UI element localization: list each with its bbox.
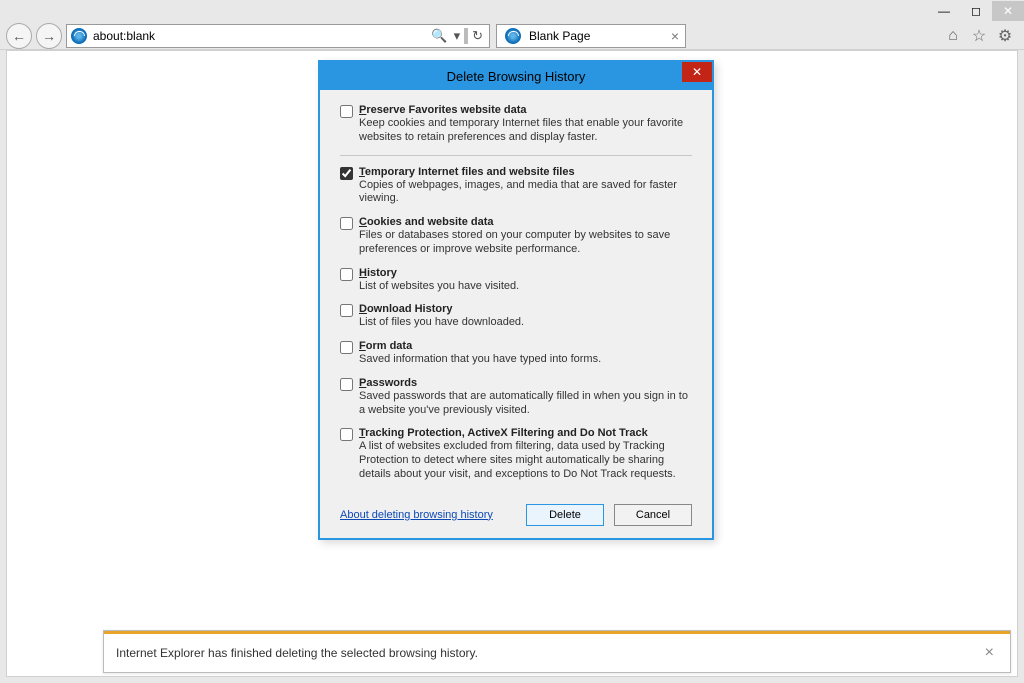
address-dropdown-icon[interactable]: ▾: [452, 28, 463, 44]
tab-close-icon[interactable]: ×: [669, 28, 681, 44]
window-close-button[interactable]: ✕: [992, 1, 1024, 21]
option-form-data: Form data Saved information that you hav…: [340, 340, 692, 367]
dialog-titlebar: Delete Browsing History ✕: [320, 62, 712, 90]
ie-icon: [505, 28, 521, 44]
toolbar-icons: ⌂ ☆ ⚙: [944, 27, 1018, 45]
option-title: Tracking Protection, ActiveX Filtering a…: [359, 427, 692, 439]
checkbox-temp-files[interactable]: [340, 167, 353, 180]
option-temp-files: Temporary Internet files and website fil…: [340, 166, 692, 207]
cancel-button[interactable]: Cancel: [614, 504, 692, 526]
tab-label: Blank Page: [525, 29, 669, 43]
notification-message: Internet Explorer has finished deleting …: [116, 646, 981, 660]
option-desc: A list of websites excluded from filteri…: [359, 440, 692, 481]
option-title: Preserve Favorites website data: [359, 104, 692, 116]
option-title: Cookies and website data: [359, 216, 692, 228]
checkbox-passwords[interactable]: [340, 378, 353, 391]
delete-browsing-history-dialog: Delete Browsing History ✕ Preserve Favor…: [318, 60, 714, 540]
home-icon[interactable]: ⌂: [944, 27, 962, 45]
address-controls: 🔍 ▾ ↻: [429, 28, 489, 44]
window-titlebar: — ◻ ✕: [0, 0, 1024, 22]
refresh-icon[interactable]: ↻: [470, 28, 485, 44]
option-desc: List of websites you have visited.: [359, 280, 692, 294]
option-preserve-favorites: Preserve Favorites website data Keep coo…: [340, 104, 692, 145]
checkbox-history[interactable]: [340, 268, 353, 281]
checkbox-download-history[interactable]: [340, 304, 353, 317]
separator: [464, 28, 468, 44]
browser-tab[interactable]: Blank Page ×: [496, 24, 686, 48]
option-history: History List of websites you have visite…: [340, 267, 692, 294]
gear-icon[interactable]: ⚙: [996, 27, 1014, 45]
option-tracking-protection: Tracking Protection, ActiveX Filtering a…: [340, 427, 692, 481]
checkbox-cookies[interactable]: [340, 217, 353, 230]
dialog-body: Preserve Favorites website data Keep coo…: [320, 90, 712, 538]
divider: [340, 155, 692, 156]
option-title: Form data: [359, 340, 692, 352]
address-bar[interactable]: 🔍 ▾ ↻: [66, 24, 490, 48]
ie-icon: [71, 28, 87, 44]
option-passwords: Passwords Saved passwords that are autom…: [340, 377, 692, 418]
browser-toolbar: ← → 🔍 ▾ ↻ Blank Page × ⌂ ☆ ⚙: [0, 22, 1024, 50]
search-icon[interactable]: 🔍: [429, 28, 449, 44]
option-desc: Saved passwords that are automatically f…: [359, 390, 692, 418]
option-title: History: [359, 267, 692, 279]
option-title: Temporary Internet files and website fil…: [359, 166, 692, 178]
checkbox-preserve-favorites[interactable]: [340, 105, 353, 118]
option-desc: Saved information that you have typed in…: [359, 353, 692, 367]
forward-button[interactable]: →: [36, 23, 62, 49]
option-title: Download History: [359, 303, 692, 315]
checkbox-tracking-protection[interactable]: [340, 428, 353, 441]
option-download-history: Download History List of files you have …: [340, 303, 692, 330]
back-button[interactable]: ←: [6, 23, 32, 49]
about-deleting-link[interactable]: About deleting browsing history: [340, 509, 516, 521]
delete-button[interactable]: Delete: [526, 504, 604, 526]
window-minimize-button[interactable]: —: [928, 1, 960, 21]
checkbox-form-data[interactable]: [340, 341, 353, 354]
notification-close-icon[interactable]: ×: [981, 644, 998, 662]
option-desc: List of files you have downloaded.: [359, 316, 692, 330]
address-input[interactable]: [91, 29, 429, 43]
option-cookies: Cookies and website data Files or databa…: [340, 216, 692, 257]
dialog-footer: About deleting browsing history Delete C…: [340, 504, 692, 526]
option-title: Passwords: [359, 377, 692, 389]
notification-bar: Internet Explorer has finished deleting …: [103, 630, 1011, 673]
dialog-title: Delete Browsing History: [447, 69, 586, 84]
option-desc: Copies of webpages, images, and media th…: [359, 179, 692, 207]
option-desc: Keep cookies and temporary Internet file…: [359, 117, 692, 145]
dialog-close-button[interactable]: ✕: [682, 62, 712, 82]
favorites-icon[interactable]: ☆: [970, 27, 988, 45]
option-desc: Files or databases stored on your comput…: [359, 229, 692, 257]
window-maximize-button[interactable]: ◻: [960, 1, 992, 21]
